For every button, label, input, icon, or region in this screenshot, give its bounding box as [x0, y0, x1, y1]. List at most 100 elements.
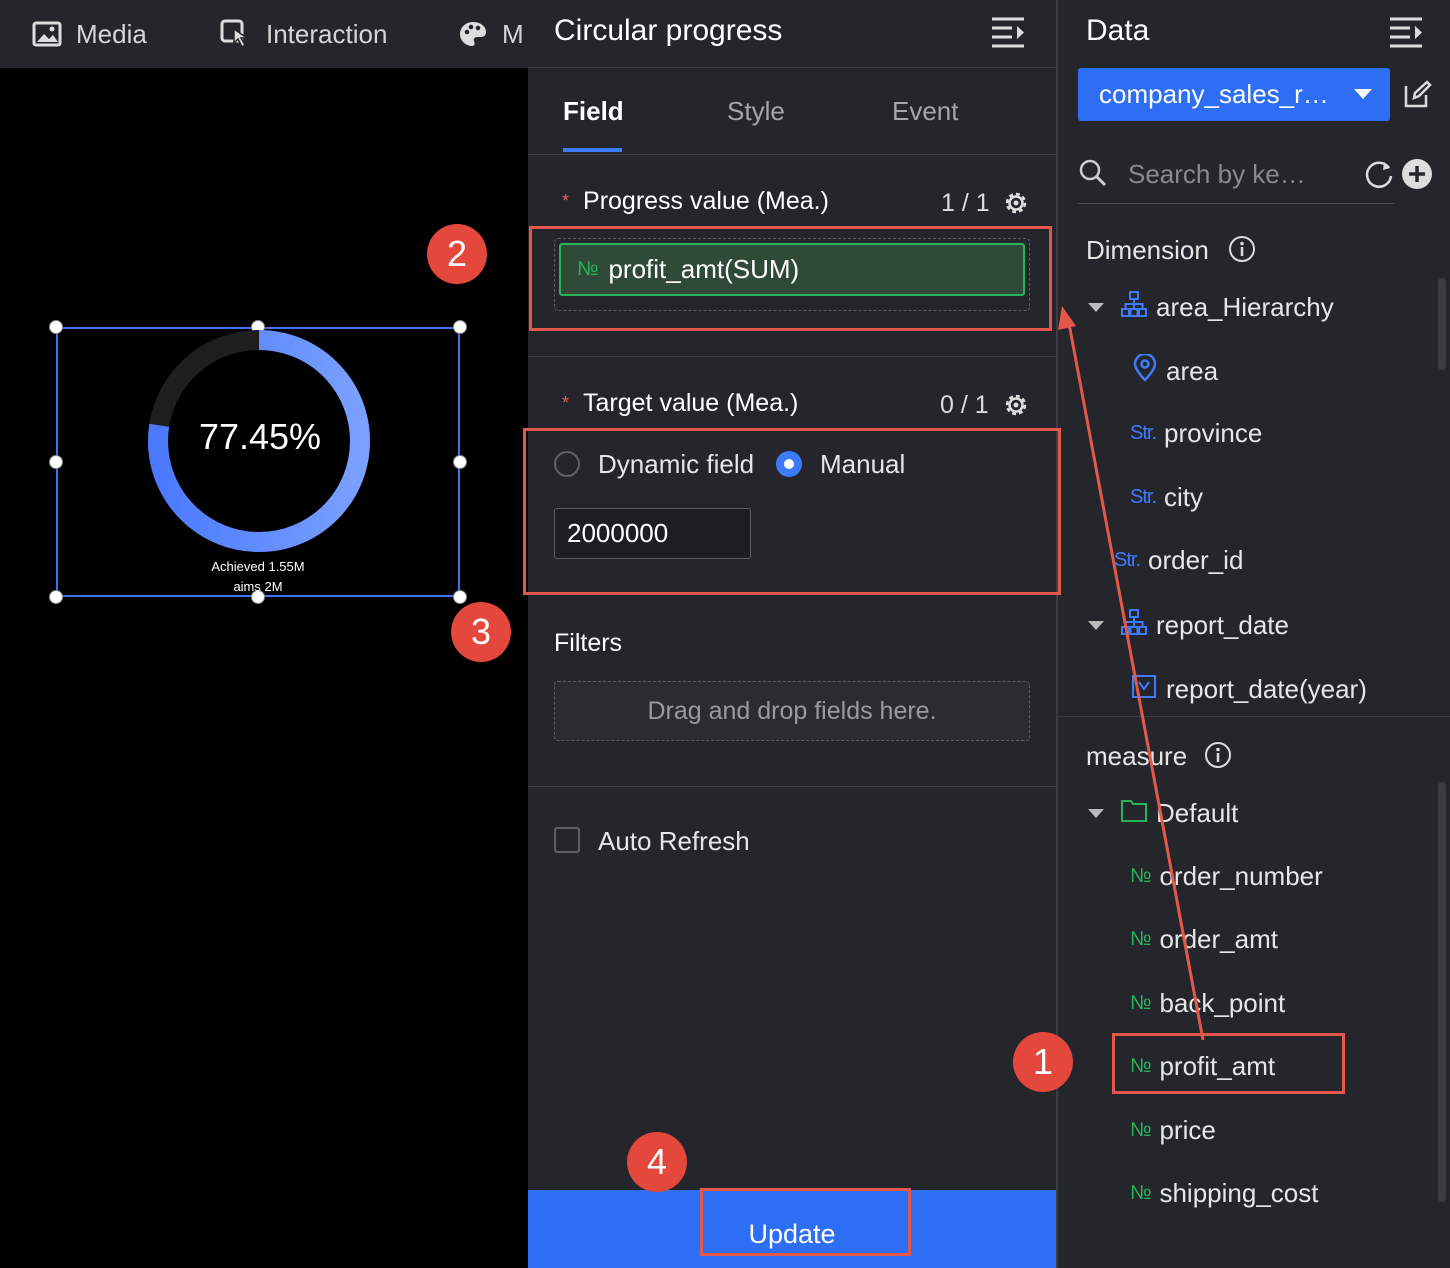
tree-item-label: area: [1166, 356, 1219, 386]
nav-more[interactable]: M: [458, 0, 524, 68]
add-field-icon[interactable]: [1401, 158, 1433, 195]
palette-icon: [458, 20, 488, 48]
tree-item-order-number[interactable]: № order_number: [1130, 861, 1323, 892]
number-type-icon: №: [1130, 992, 1152, 1014]
tree-item-order-amt[interactable]: № order_amt: [1130, 924, 1278, 955]
tree-item-area-hierarchy[interactable]: area_Hierarchy: [1088, 290, 1334, 325]
progress-percent: 77.45%: [198, 416, 322, 457]
target-value-label: * Target value (Mea.): [562, 389, 798, 418]
target-value-text: Target value (Mea.): [583, 389, 799, 417]
measure-scrollbar[interactable]: [1438, 782, 1446, 1202]
annotation-badge-2: 2: [427, 224, 487, 284]
chevron-down-icon: [1354, 89, 1372, 99]
info-icon[interactable]: [1204, 741, 1232, 774]
tree-item-label: back_point: [1159, 988, 1286, 1018]
string-type-icon: Str.: [1130, 422, 1157, 444]
caret-down-icon: [1088, 303, 1104, 312]
annotation-highlight-progress: [529, 226, 1052, 331]
progress-settings-gear-icon[interactable]: [1002, 189, 1030, 222]
target-settings-gear-icon[interactable]: [1002, 391, 1030, 424]
number-type-icon: №: [1130, 865, 1152, 887]
field-search-input[interactable]: [1128, 156, 1318, 192]
nav-more-label: M: [502, 18, 524, 49]
tree-item-label: order_id: [1148, 545, 1244, 575]
measure-group-label: measure: [1086, 741, 1188, 771]
tab-field[interactable]: Field: [563, 96, 624, 127]
annotation-highlight-update: [700, 1188, 911, 1256]
panel-title: Circular progress: [554, 14, 783, 47]
tree-item-label: report_date: [1156, 610, 1289, 640]
target-caption: aims 2M: [233, 579, 283, 594]
number-type-icon: №: [1130, 928, 1152, 950]
search-icon: [1078, 158, 1108, 193]
progress-value-label: * Progress value (Mea.): [562, 187, 829, 216]
dataset-name: company_sales_r…: [1099, 79, 1329, 109]
config-panel: Circular progress Field Style Event * Pro…: [528, 0, 1056, 1268]
calendar-icon: [1130, 672, 1158, 707]
tree-item-label: order_number: [1159, 861, 1323, 891]
tree-item-label: price: [1159, 1115, 1216, 1145]
caret-down-icon: [1088, 809, 1104, 818]
tree-item-shipping-cost[interactable]: № shipping_cost: [1130, 1178, 1318, 1209]
resize-handle-tl[interactable]: [49, 320, 63, 334]
annotation-highlight-profit-amt: [1112, 1033, 1345, 1094]
tree-item-order-id[interactable]: Str. order_id: [1114, 545, 1243, 576]
tree-item-label: Default: [1156, 798, 1239, 828]
annotation-badge-1: 1: [1013, 1032, 1073, 1092]
annotation-badge-3: 3: [451, 602, 511, 662]
tree-item-label: area_Hierarchy: [1156, 292, 1334, 322]
filters-dropzone[interactable]: Drag and drop fields here.: [554, 681, 1030, 741]
achieved-caption: Achieved 1.55M: [211, 559, 305, 574]
tree-item-report-date[interactable]: report_date: [1088, 608, 1289, 643]
dimension-group-label: Dimension: [1086, 235, 1209, 265]
tree-item-back-point[interactable]: № back_point: [1130, 988, 1285, 1019]
tree-item-label: province: [1164, 418, 1263, 448]
tree-item-price[interactable]: № price: [1130, 1115, 1216, 1146]
folder-icon: [1120, 797, 1148, 830]
tree-folder-default[interactable]: Default: [1088, 797, 1238, 830]
tree-item-city[interactable]: Str. city: [1130, 482, 1203, 513]
tab-style[interactable]: Style: [727, 96, 785, 127]
nav-interaction[interactable]: Interaction: [220, 0, 387, 68]
nav-media[interactable]: Media: [32, 0, 147, 68]
resize-handle-l[interactable]: [49, 455, 63, 469]
canvas-area: Media Interaction M 77.45% Achieved 1.55…: [0, 0, 528, 1268]
dimension-scrollbar[interactable]: [1438, 278, 1446, 370]
tab-event[interactable]: Event: [892, 96, 959, 127]
tree-item-province[interactable]: Str. province: [1130, 418, 1262, 449]
tree-item-report-date-year[interactable]: report_date(year): [1130, 672, 1367, 707]
data-panel-title: Data: [1086, 14, 1150, 47]
dataset-select[interactable]: company_sales_r…: [1078, 68, 1390, 121]
group-divider: [1058, 716, 1450, 717]
auto-refresh-label[interactable]: Auto Refresh: [598, 826, 750, 857]
component-category-bar: Media Interaction M: [0, 0, 528, 68]
resize-handle-tr[interactable]: [453, 320, 467, 334]
annotation-highlight-target: [523, 428, 1061, 595]
collapse-data-panel-icon[interactable]: [1388, 14, 1424, 55]
section-divider: [528, 786, 1056, 787]
resize-handle-r[interactable]: [453, 455, 467, 469]
tree-item-label: city: [1164, 482, 1204, 512]
info-icon[interactable]: [1228, 235, 1256, 268]
required-asterisk: *: [562, 393, 570, 413]
progress-field-count: 1 / 1: [941, 189, 990, 217]
refresh-icon[interactable]: [1363, 158, 1395, 195]
string-type-icon: Str.: [1114, 549, 1141, 571]
hierarchy-icon: [1120, 290, 1148, 325]
location-pin-icon: [1132, 352, 1158, 389]
hand-pointer-icon: [220, 19, 252, 49]
filters-label: Filters: [554, 629, 623, 657]
number-type-icon: №: [1130, 1182, 1152, 1204]
tree-item-label: order_amt: [1159, 924, 1278, 954]
tree-item-area[interactable]: area: [1132, 352, 1219, 389]
collapse-panel-icon[interactable]: [990, 14, 1026, 55]
media-icon: [32, 21, 62, 47]
resize-handle-bl[interactable]: [49, 590, 63, 604]
edit-dataset-icon[interactable]: [1402, 80, 1432, 115]
config-tabs: Field Style Event: [528, 67, 1056, 155]
string-type-icon: Str.: [1130, 486, 1157, 508]
auto-refresh-checkbox[interactable]: [554, 827, 580, 853]
resize-handle-br[interactable]: [453, 590, 467, 604]
required-asterisk: *: [562, 191, 570, 211]
target-field-count: 0 / 1: [940, 391, 989, 419]
